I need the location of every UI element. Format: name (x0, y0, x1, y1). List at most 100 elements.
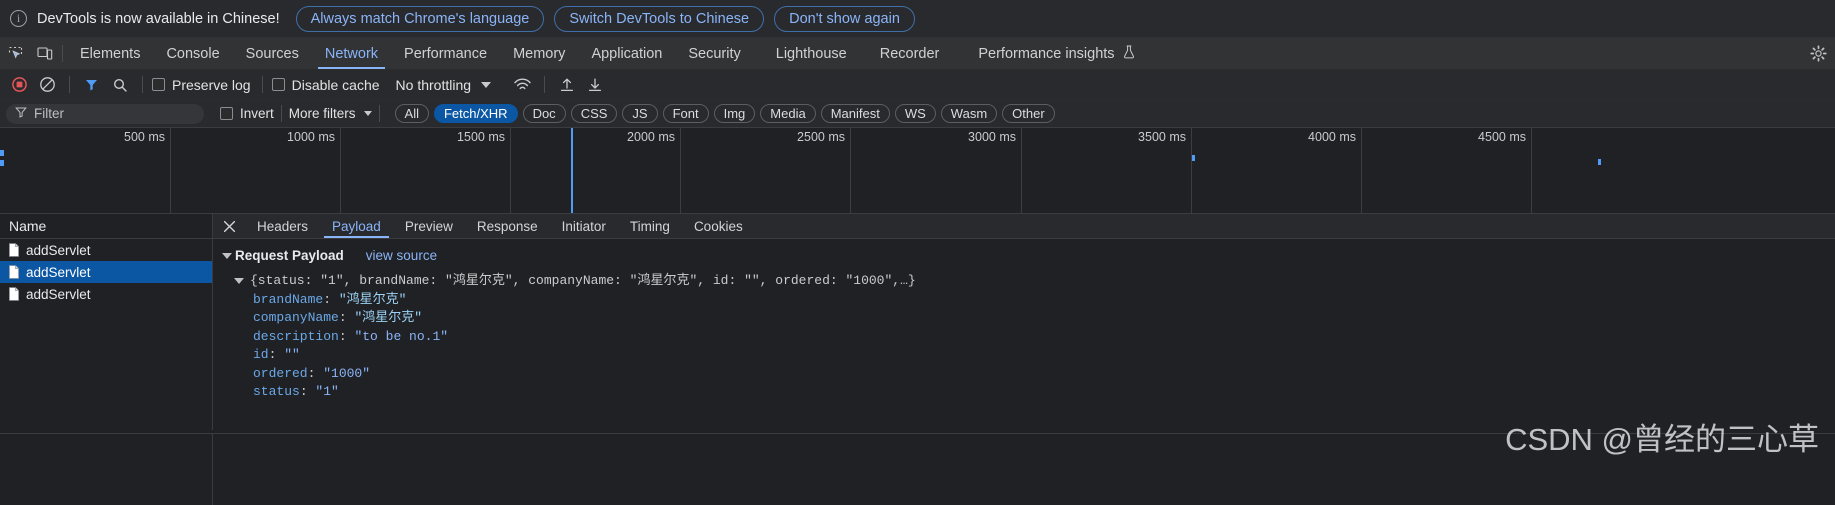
detail-tab-timing[interactable]: Timing (618, 214, 682, 238)
payload-entry: ordered: "1000" (222, 365, 1835, 384)
tab-label: Lighthouse (775, 45, 847, 62)
inspect-element-icon[interactable] (0, 38, 30, 69)
payload-entry: brandName: "鸿星尔克" (222, 291, 1835, 310)
dont-show-again-button[interactable]: Don't show again (774, 5, 915, 32)
network-lower-panel: Name addServlet addServlet addServlet He… (0, 214, 1835, 430)
payload-value: "1" (315, 384, 339, 399)
invert-label: Invert (240, 106, 274, 121)
switch-devtools-to-chinese-button[interactable]: Switch DevTools to Chinese (554, 5, 765, 32)
request-row[interactable]: addServlet (0, 261, 212, 283)
request-detail-pane: Headers Payload Preview Response Initiat… (213, 214, 1835, 430)
timeline-tick-label: 2000 ms (627, 130, 675, 144)
invert-checkbox[interactable]: Invert (220, 106, 274, 121)
type-filter-ws[interactable]: WS (894, 104, 936, 123)
gear-icon[interactable] (1801, 38, 1835, 69)
import-har-icon[interactable] (554, 73, 580, 97)
tab-label: Application (591, 45, 663, 62)
network-conditions-icon[interactable] (509, 73, 535, 97)
detail-tab-cookies[interactable]: Cookies (682, 214, 755, 238)
preserve-log-checkbox[interactable]: Preserve log (152, 77, 253, 93)
payload-value: "鸿星尔克" (338, 291, 407, 307)
view-source-link[interactable]: view source (366, 248, 437, 263)
export-har-icon[interactable] (582, 73, 608, 97)
tab-sources[interactable]: Sources (233, 38, 312, 69)
network-timeline-overview[interactable]: 500 ms 1000 ms 1500 ms 2000 ms 2500 ms 3… (0, 128, 1835, 214)
request-name: addServlet (26, 242, 91, 258)
type-filter-all[interactable]: All (394, 104, 429, 123)
timeline-tick: 500 ms (0, 128, 171, 213)
clear-network-log-icon[interactable] (34, 73, 60, 97)
filter-funnel-icon (15, 105, 27, 123)
tabbar-divider (62, 45, 63, 62)
tab-elements[interactable]: Elements (67, 38, 153, 69)
payload-entry: companyName: "鸿星尔克" (222, 309, 1835, 328)
detail-tab-preview[interactable]: Preview (393, 214, 465, 238)
tab-memory[interactable]: Memory (500, 38, 578, 69)
devtools-tabbar: Elements Console Sources Network Perform… (0, 38, 1835, 70)
detail-tab-headers[interactable]: Headers (245, 214, 320, 238)
request-payload-view: Request Payload view source {status: "1"… (213, 239, 1835, 430)
record-stop-icon[interactable] (6, 73, 32, 97)
request-row[interactable]: addServlet (0, 239, 212, 261)
tab-recorder[interactable]: Recorder (860, 38, 953, 69)
payload-object-summary[interactable]: {status: "1", brandName: "鸿星尔克", company… (222, 272, 1835, 291)
request-payload-toggle[interactable]: Request Payload (222, 248, 344, 263)
always-match-language-button[interactable]: Always match Chrome's language (295, 5, 545, 32)
document-icon (8, 265, 20, 279)
detail-tab-payload[interactable]: Payload (320, 214, 393, 238)
payload-key: status (253, 384, 300, 399)
type-filter-js[interactable]: JS (622, 104, 658, 123)
type-filter-fetch-xhr[interactable]: Fetch/XHR (433, 104, 518, 123)
payload-colon: : (338, 310, 355, 325)
resource-type-filters: All Fetch/XHR Doc CSS JS Font Img Media … (394, 104, 1055, 123)
panel-bottom-area (0, 433, 1835, 505)
detail-tab-initiator[interactable]: Initiator (550, 214, 618, 238)
type-filter-manifest[interactable]: Manifest (820, 104, 890, 123)
more-filters-label: More filters (288, 106, 356, 121)
payload-colon: : (299, 384, 316, 399)
type-filter-doc[interactable]: Doc (522, 104, 566, 123)
triangle-down-icon (222, 252, 232, 259)
search-icon[interactable] (107, 73, 133, 97)
tab-label: Console (166, 45, 220, 62)
tab-network[interactable]: Network (312, 38, 391, 69)
info-icon: i (10, 10, 27, 27)
disable-cache-checkbox[interactable]: Disable cache (271, 77, 382, 93)
tab-application[interactable]: Application (578, 38, 675, 69)
device-toolbar-icon[interactable] (30, 38, 60, 69)
type-filter-other[interactable]: Other (1002, 104, 1055, 123)
network-filter-bar: Filter Invert More filters All Fetch/XHR… (0, 100, 1835, 128)
payload-colon: : (338, 328, 355, 344)
tab-lighthouse[interactable]: Lighthouse (754, 38, 860, 69)
filter-icon[interactable] (79, 73, 105, 97)
checkbox-box (271, 78, 285, 91)
timeline-request-bar (1598, 159, 1601, 165)
payload-colon: : (307, 365, 324, 381)
tab-label: Security (688, 45, 741, 62)
timeline-tick: 2000 ms (511, 128, 681, 213)
close-icon[interactable] (213, 214, 245, 238)
timeline-request-bar (1192, 155, 1195, 161)
request-row[interactable]: addServlet (0, 283, 212, 305)
requests-column-header[interactable]: Name (0, 214, 212, 239)
tab-performance-insights[interactable]: Performance insights (952, 38, 1147, 69)
tabbar-spacer (1148, 38, 1801, 69)
tab-performance[interactable]: Performance (391, 38, 500, 69)
toolbar-divider (544, 76, 546, 93)
detail-tab-response[interactable]: Response (465, 214, 550, 238)
tab-security[interactable]: Security (675, 38, 753, 69)
type-filter-img[interactable]: Img (713, 104, 756, 123)
payload-key: brandName (253, 291, 324, 307)
tab-console[interactable]: Console (153, 38, 232, 69)
more-filters-dropdown[interactable]: More filters (289, 106, 372, 121)
type-filter-media[interactable]: Media (760, 104, 816, 123)
type-filter-css[interactable]: CSS (570, 104, 618, 123)
throttling-select[interactable]: No throttling (396, 77, 492, 93)
request-payload-title: Request Payload (235, 248, 344, 263)
tab-label: Performance (404, 45, 488, 62)
tab-label: Network (324, 45, 379, 62)
timeline-tick-label: 4000 ms (1308, 130, 1356, 144)
type-filter-font[interactable]: Font (662, 104, 709, 123)
filter-input[interactable]: Filter (6, 103, 204, 124)
type-filter-wasm[interactable]: Wasm (940, 104, 998, 123)
